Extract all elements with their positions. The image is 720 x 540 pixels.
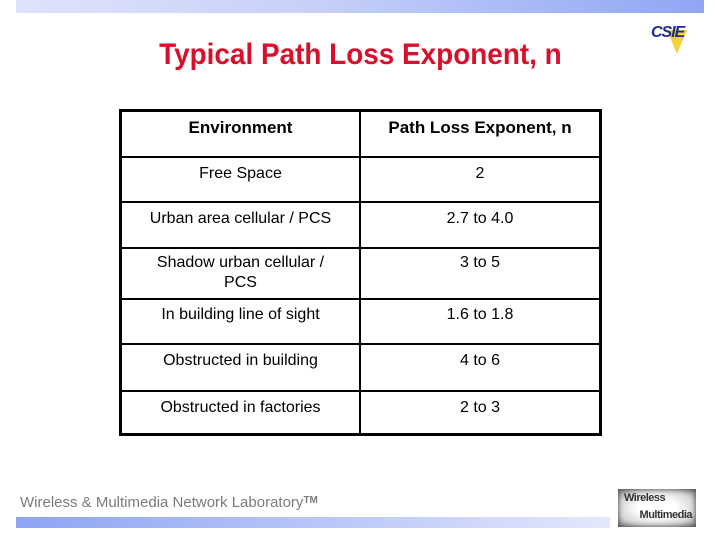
environment-cell: Urban area cellular / PCS	[122, 201, 361, 249]
table-row: Obstructed in building 4 to 6	[122, 343, 599, 392]
exponent-cell: 2	[359, 156, 599, 203]
exponent-cell: 4 to 6	[359, 343, 599, 392]
header-path-loss-exponent: Path Loss Exponent, n	[359, 112, 599, 158]
slide-title-text: Typical Path Loss Exponent, n	[158, 38, 562, 71]
table-row: Shadow urban cellular / PCS 3 to 5	[122, 247, 599, 300]
table-header-row: Environment Path Loss Exponent, n	[122, 112, 599, 158]
exponent-cell: 1.6 to 1.8	[359, 298, 599, 345]
footer-lab-name: Wireless & Multimedia Network Laboratory…	[20, 494, 318, 511]
wireless-multimedia-logo: Wireless Multimedia	[618, 489, 696, 527]
table-row: In building line of sight 1.6 to 1.8	[122, 298, 599, 345]
exponent-cell: 2.7 to 4.0	[359, 201, 599, 249]
table-row: Free Space 2	[122, 156, 599, 203]
path-loss-table: Environment Path Loss Exponent, n Free S…	[119, 109, 602, 436]
path-loss-table-grid: Environment Path Loss Exponent, n Free S…	[122, 112, 599, 436]
environment-cell: Obstructed in factories	[122, 390, 361, 436]
environment-cell: In building line of sight	[122, 298, 361, 345]
environment-cell: Obstructed in building	[122, 343, 361, 392]
table-row: Urban area cellular / PCS 2.7 to 4.0	[122, 201, 599, 249]
header-environment: Environment	[122, 112, 361, 158]
slide-title: Typical Path Loss Exponent, n	[0, 38, 720, 72]
environment-cell: Shadow urban cellular / PCS	[122, 247, 361, 300]
exponent-cell: 3 to 5	[359, 247, 599, 300]
trademark-symbol: TM	[303, 495, 318, 506]
footer-lab-text: Wireless & Multimedia Network Laboratory	[20, 494, 304, 511]
exponent-cell: 2 to 3	[359, 390, 599, 436]
environment-cell: Free Space	[122, 156, 361, 203]
logo-line-wireless: Wireless	[624, 492, 666, 504]
logo-line-multimedia: Multimedia	[639, 509, 693, 521]
top-decorative-band	[16, 0, 704, 13]
bottom-decorative-band	[16, 517, 610, 528]
table-row: Obstructed in factories 2 to 3	[122, 390, 599, 436]
